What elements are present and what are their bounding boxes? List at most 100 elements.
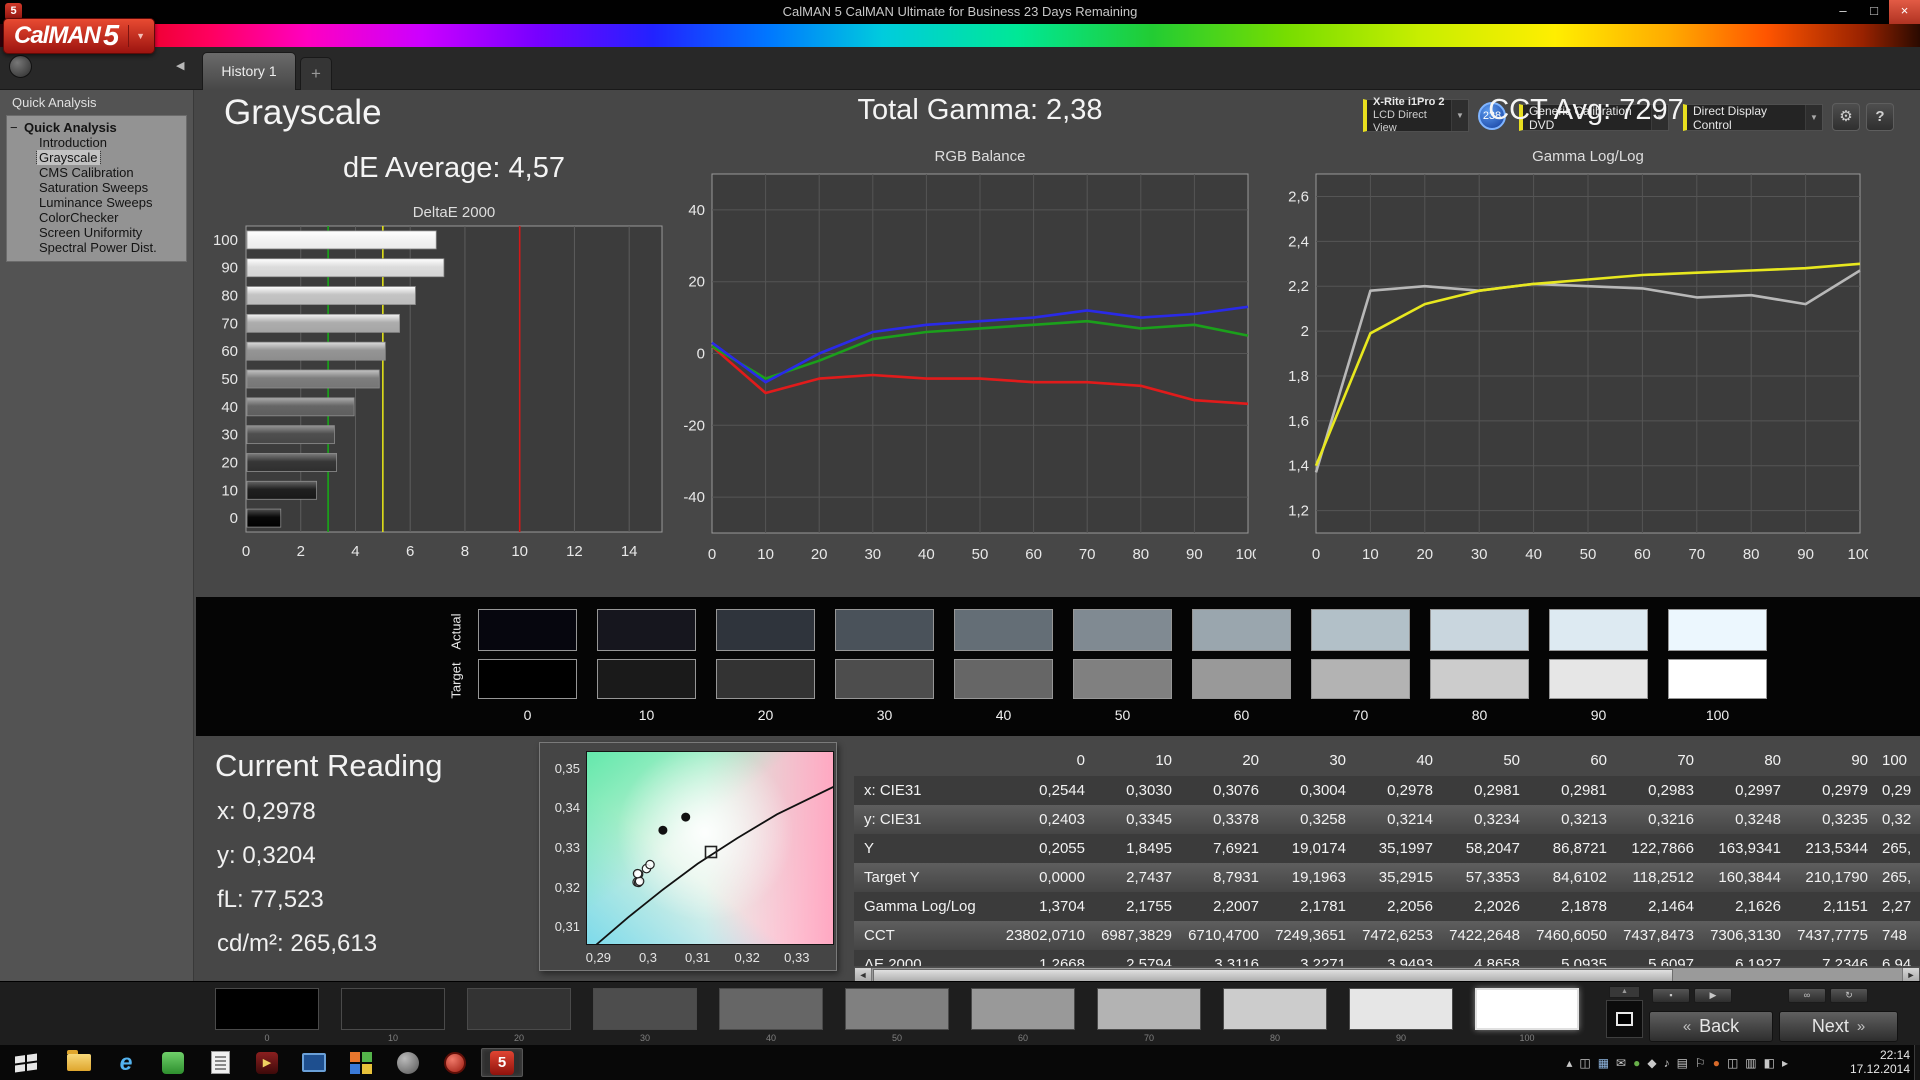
next-button[interactable]: Next » [1779,1011,1898,1042]
taskbar-file-explorer[interactable] [58,1048,100,1077]
table-cell: 0,3030 [1126,782,1172,799]
pattern-window-icon [1616,1012,1633,1026]
pattern-swatch-70[interactable] [1097,988,1201,1030]
rgb-balance-chart: 0 10 20 30 40 50 60 70 80 90 100 40 20 0 -20 -40 [683,173,1256,563]
minimize-button[interactable]: – [1828,0,1858,24]
pattern-swatch-60[interactable] [971,988,1075,1030]
sidebar-item-luminance-sweeps[interactable]: Luminance Sweeps [7,195,186,210]
taskbar-tiles-app[interactable] [340,1048,382,1077]
help-icon[interactable]: ? [1866,103,1894,131]
svg-text:1,6: 1,6 [1288,413,1309,430]
pattern-swatch-50[interactable] [845,988,949,1030]
continuous-measure-button[interactable]: ∞ [1788,988,1826,1003]
tray-icon-14[interactable]: ▸ [1782,1056,1788,1070]
taskbar-calman-5[interactable]: 5 [481,1048,523,1077]
actual-swatch-40 [954,609,1053,651]
tray-icon-2[interactable]: ◫ [1579,1056,1590,1070]
table-row-label: ΔE 2000 [864,956,922,966]
sidebar-item-grayscale[interactable]: Grayscale [7,150,186,165]
reading-y: y: 0,3204 [217,842,316,869]
taskbar-powerdvd[interactable]: ▶ [246,1048,288,1077]
table-cell: 0,3213 [1561,811,1607,828]
tray-icon-7[interactable]: ♪ [1664,1056,1670,1070]
tray-icon-4[interactable]: ✉ [1616,1056,1626,1070]
sidebar-item-label: Spectral Power Dist. [39,240,157,255]
tray-icon-11[interactable]: ◫ [1727,1056,1738,1070]
table-row-gamma-log-log: Gamma Log/Log 1,3704 2,1755 2,2007 2,1781 2,2… [854,892,1920,921]
cie-x-tick-label: 0,3 [638,950,658,965]
pattern-window-button[interactable] [1606,1000,1643,1038]
svg-text:70: 70 [1688,546,1705,563]
pattern-swatch-20[interactable] [467,988,571,1030]
taskbar-internet-explorer[interactable]: e [105,1048,147,1077]
refresh-button[interactable]: ↻ [1830,988,1868,1003]
pattern-swatch-10[interactable] [341,988,445,1030]
table-row-y-cie31: y: CIE31 0,2403 0,3345 0,3378 0,3258 0,3214 0,… [854,805,1920,834]
pattern-swatch-label: 70 [1143,1033,1154,1043]
tab-history-1[interactable]: History 1 [202,52,296,90]
start-button[interactable] [0,1045,52,1080]
table-cell: 23802,0710 [1005,927,1085,944]
app-red-icon [444,1051,466,1074]
nav-back-button[interactable] [9,55,32,78]
table-cell: 2,1878 [1561,898,1607,915]
svg-text:0: 0 [230,510,238,527]
close-button[interactable]: × [1889,0,1920,24]
table-cell: 5,0935 [1561,956,1607,966]
pattern-swatch-label: 90 [1395,1033,1406,1043]
reading-fl: fL: 77,523 [217,886,324,913]
sidebar-item-spectral-power-dist[interactable]: Spectral Power Dist. [7,240,186,255]
pattern-swatch-30[interactable] [593,988,697,1030]
taskbar-app-red[interactable] [434,1048,476,1077]
target-swatch-60 [1192,659,1291,699]
pattern-swatch-40[interactable] [719,988,823,1030]
target-swatch-80 [1430,659,1529,699]
tray-icon-6[interactable]: ◆ [1647,1056,1656,1070]
taskbar-clock[interactable]: 22:14 17.12.2014 [1824,1048,1910,1076]
taskbar-app-green[interactable] [152,1048,194,1077]
tray-icon-10[interactable]: ● [1713,1056,1720,1070]
strip-column-label: 70 [1352,707,1369,723]
window-title: CalMAN 5 CalMAN Ultimate for Business 23… [782,4,1138,19]
svg-text:0: 0 [708,546,716,563]
taskbar-app-gray[interactable] [387,1048,429,1077]
next-button-label: Next [1811,1016,1849,1036]
logo-text: CalMAN [14,22,101,49]
tray-icon-12[interactable]: ▥ [1745,1056,1756,1070]
table-column-header: 10 [1155,752,1172,769]
calman-logo-menu[interactable]: CalMAN 5 ▼ [3,18,156,54]
tray-icon-13[interactable]: ◧ [1764,1056,1775,1070]
cie-y-tick-label: 0,33 [554,840,580,855]
sidebar-item-introduction[interactable]: Introduction [7,135,186,150]
sidebar-item-cms-calibration[interactable]: CMS Calibration [7,165,186,180]
taskbar-notepad[interactable] [199,1048,241,1077]
tray-icon-1[interactable]: ▴ [1566,1056,1572,1070]
scroll-up-button[interactable]: ▲ [1609,986,1640,998]
svg-text:0: 0 [242,543,250,560]
tray-icon-3[interactable]: ▦ [1598,1056,1609,1070]
svg-text:30: 30 [864,546,881,563]
tray-icon-9[interactable]: ⚐ [1695,1056,1706,1070]
back-button[interactable]: « Back [1649,1011,1773,1042]
table-cell: 0,3378 [1213,811,1259,828]
sidebar-item-screen-uniformity[interactable]: Screen Uniformity [7,225,186,240]
sidebar-item-saturation-sweeps[interactable]: Saturation Sweeps [7,180,186,195]
sidebar-item-colorchecker[interactable]: ColorChecker [7,210,186,225]
target-swatch-20 [716,659,815,699]
play-button[interactable]: ▶ [1694,988,1732,1003]
show-desktop-button[interactable] [1914,1045,1920,1080]
sidebar-collapse-icon[interactable]: ◀ [176,59,184,72]
tray-icon-8[interactable]: ▤ [1677,1056,1688,1070]
pattern-swatch-80[interactable] [1223,988,1327,1030]
table-row-label: Target Y [864,869,920,886]
pattern-swatch-100[interactable] [1475,988,1579,1030]
add-tab-button[interactable]: + [300,57,332,90]
sidebar-item-quick-analysis[interactable]: Quick Analysis [7,120,186,135]
maximize-button[interactable]: □ [1859,0,1889,24]
taskbar-display-app[interactable] [293,1048,335,1077]
pattern-swatch-0[interactable] [215,988,319,1030]
tray-icon-5[interactable]: ● [1633,1056,1640,1070]
page-title: Grayscale [224,93,382,132]
stop-button[interactable]: ▪ [1652,988,1690,1003]
pattern-swatch-90[interactable] [1349,988,1453,1030]
